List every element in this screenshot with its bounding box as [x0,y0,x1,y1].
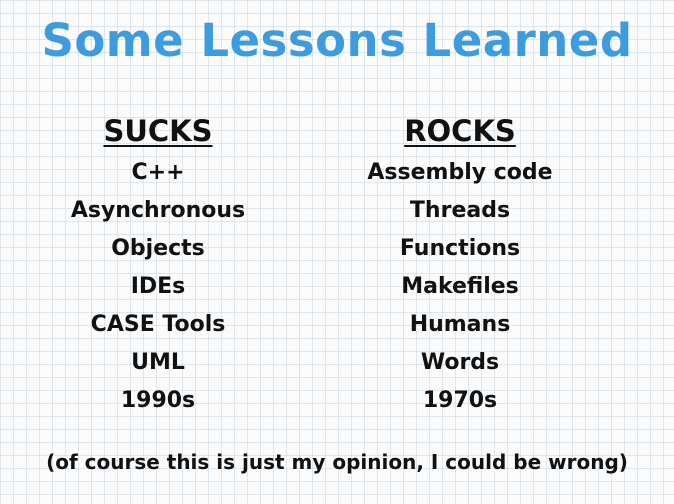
sucks-item: Asynchronous [70,198,246,223]
rocks-list: Assembly code Threads Functions Makefile… [320,154,600,420]
rocks-item: 1970s [422,388,498,413]
rocks-item: Threads [409,198,511,223]
sucks-list: C++ Asynchronous Objects IDEs CASE Tools… [18,154,298,420]
rocks-item: Makefiles [401,274,519,299]
rocks-item: Words [420,350,500,375]
rocks-item: Functions [399,236,521,261]
slide-footer-note: (of course this is just my opinion, I co… [46,450,628,474]
rocks-header: ROCKS [404,114,516,148]
rocks-item: Humans [409,312,511,337]
sucks-item: 1990s [120,388,196,413]
sucks-item: IDEs [130,274,186,299]
sucks-header: SUCKS [103,114,213,148]
sucks-item: C++ [131,160,185,185]
sucks-item: CASE Tools [90,312,226,337]
sucks-item: UML [131,350,185,375]
rocks-item: Assembly code [367,160,553,185]
sucks-item: Objects [111,236,205,261]
slide: Some Lessons Learned SUCKS C++ Asynchron… [0,0,674,504]
slide-title: Some Lessons Learned [41,14,633,67]
sucks-column: SUCKS C++ Asynchronous Objects IDEs CASE… [18,114,298,420]
rocks-column: ROCKS Assembly code Threads Functions Ma… [320,114,600,420]
